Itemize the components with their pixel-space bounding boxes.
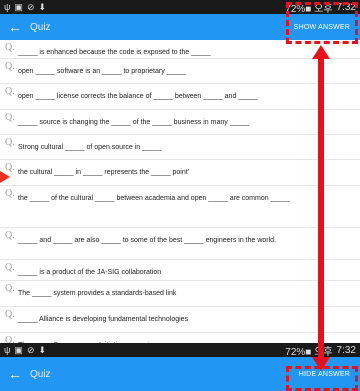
question-item[interactable]: Q. The _____ system provides a standards-… — [0, 281, 360, 307]
status-time: 7:32 — [336, 344, 356, 356]
question-item[interactable]: Q. the cultural _____ in _____ represents… — [0, 160, 360, 186]
download-icon: ⬇ — [38, 1, 47, 12]
question-text: Strong cultural _____ of open source in … — [18, 144, 162, 151]
question-text: _____ is a product of the JA-SIG collabo… — [18, 269, 162, 276]
question-text: The _____ Source _____ Initiative _____ … — [18, 333, 354, 343]
question-list[interactable]: Q. _____ is enhanced because the code is … — [0, 40, 360, 343]
download-icon: ⬇ — [38, 344, 47, 355]
question-item[interactable]: Q. _____ source is changing the _____ of … — [0, 110, 360, 135]
question-text: _____ Alliance is developing fundamental… — [18, 316, 189, 323]
question-label: Q. — [5, 230, 15, 241]
question-text: open _____ software is an _____ to propr… — [18, 68, 187, 75]
annotation-arrow-shaft — [318, 58, 324, 360]
back-arrow-icon[interactable]: ← — [0, 366, 30, 382]
question-item[interactable]: Q. _____ Alliance is developing fundament… — [0, 307, 360, 333]
question-item[interactable]: Q. the _____ of the cultural _____ betwee… — [0, 186, 360, 228]
notification-icons-bottom: ψ ▣ ⊘ ⬇ — [4, 345, 46, 356]
gallery-icon: ▣ — [14, 344, 23, 355]
question-item[interactable]: Q.The _____ Source _____ Initiative ____… — [0, 333, 360, 343]
question-text: The _____ system provides a standards-ba… — [18, 290, 177, 297]
question-label: Q. — [5, 61, 15, 72]
status-info: 72%■ 오후 — [285, 346, 333, 358]
settings-icon: ⊘ — [26, 344, 35, 355]
question-text: _____ source is changing the _____ of th… — [18, 119, 250, 126]
question-label: Q. — [5, 188, 15, 199]
question-label: Q. — [5, 309, 15, 320]
question-label: Q. — [5, 137, 15, 148]
annotation-arrowhead-down-icon — [312, 357, 330, 371]
usb-icon: ψ — [4, 2, 11, 12]
question-text: the _____ of the cultural _____ between … — [18, 195, 291, 202]
question-item[interactable]: Q. _____ and _____ are also _____ to some… — [0, 228, 360, 260]
question-label: Q. — [5, 42, 15, 53]
question-label: Q. — [5, 283, 15, 294]
annotation-arrowhead-up-icon — [312, 45, 330, 59]
back-arrow-icon[interactable]: ← — [0, 19, 30, 35]
settings-icon: ⊘ — [26, 1, 35, 12]
app-title: Quiz — [30, 21, 51, 33]
notification-icons: ψ ▣ ⊘ ⬇ — [4, 2, 46, 13]
question-label: Q. — [5, 112, 15, 123]
question-text: the cultural _____ in _____ represents t… — [18, 169, 190, 176]
status-bar-bottom: ψ ▣ ⊘ ⬇ 72%■ 오후 7:32 — [0, 343, 360, 358]
gallery-icon: ▣ — [14, 1, 23, 12]
question-text: open _____ license corrects the balance … — [18, 93, 258, 100]
question-item[interactable]: Q. open _____ license corrects the balanc… — [0, 84, 360, 110]
pointer-arrow-icon — [0, 171, 10, 183]
highlight-box-top — [286, 2, 358, 44]
app-title: Quiz — [30, 368, 51, 380]
question-item[interactable]: Q. open _____ software is an _____ to pro… — [0, 59, 360, 84]
question-text: _____ and _____ are also _____ to some o… — [18, 237, 277, 244]
question-item[interactable]: Q. _____ is a product of the JA-SIG colla… — [0, 260, 360, 281]
question-label: Q. — [5, 86, 15, 97]
question-item[interactable]: Q. Strong cultural _____ of open source i… — [0, 135, 360, 160]
question-label: Q. — [5, 262, 15, 273]
usb-icon: ψ — [4, 345, 11, 355]
question-label: Q. — [5, 335, 15, 343]
